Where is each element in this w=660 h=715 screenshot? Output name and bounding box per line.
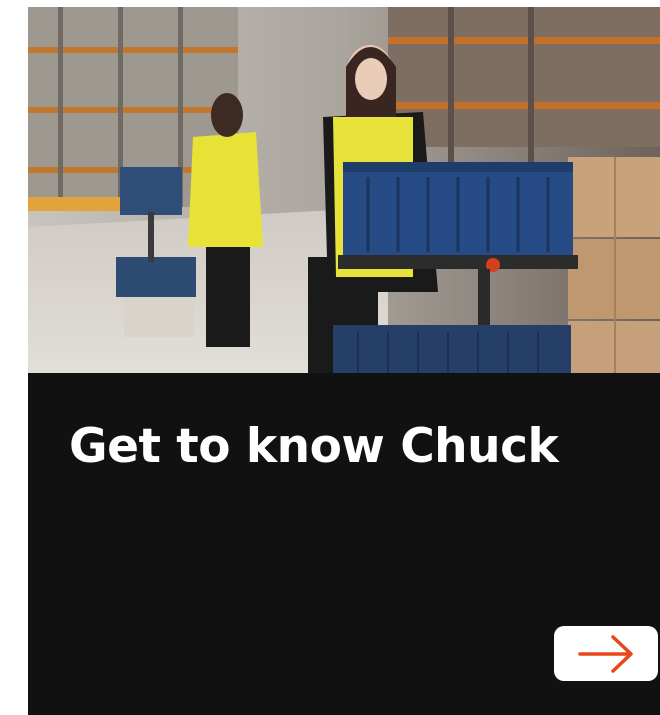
next-arrow-button[interactable]: [554, 626, 658, 681]
card-content: Get to know Chuck: [28, 373, 660, 715]
warehouse-photo: [28, 7, 660, 373]
arrow-right-icon: [578, 634, 633, 673]
promo-card[interactable]: Get to know Chuck: [28, 7, 660, 715]
card-title: Get to know Chuck: [69, 419, 559, 474]
